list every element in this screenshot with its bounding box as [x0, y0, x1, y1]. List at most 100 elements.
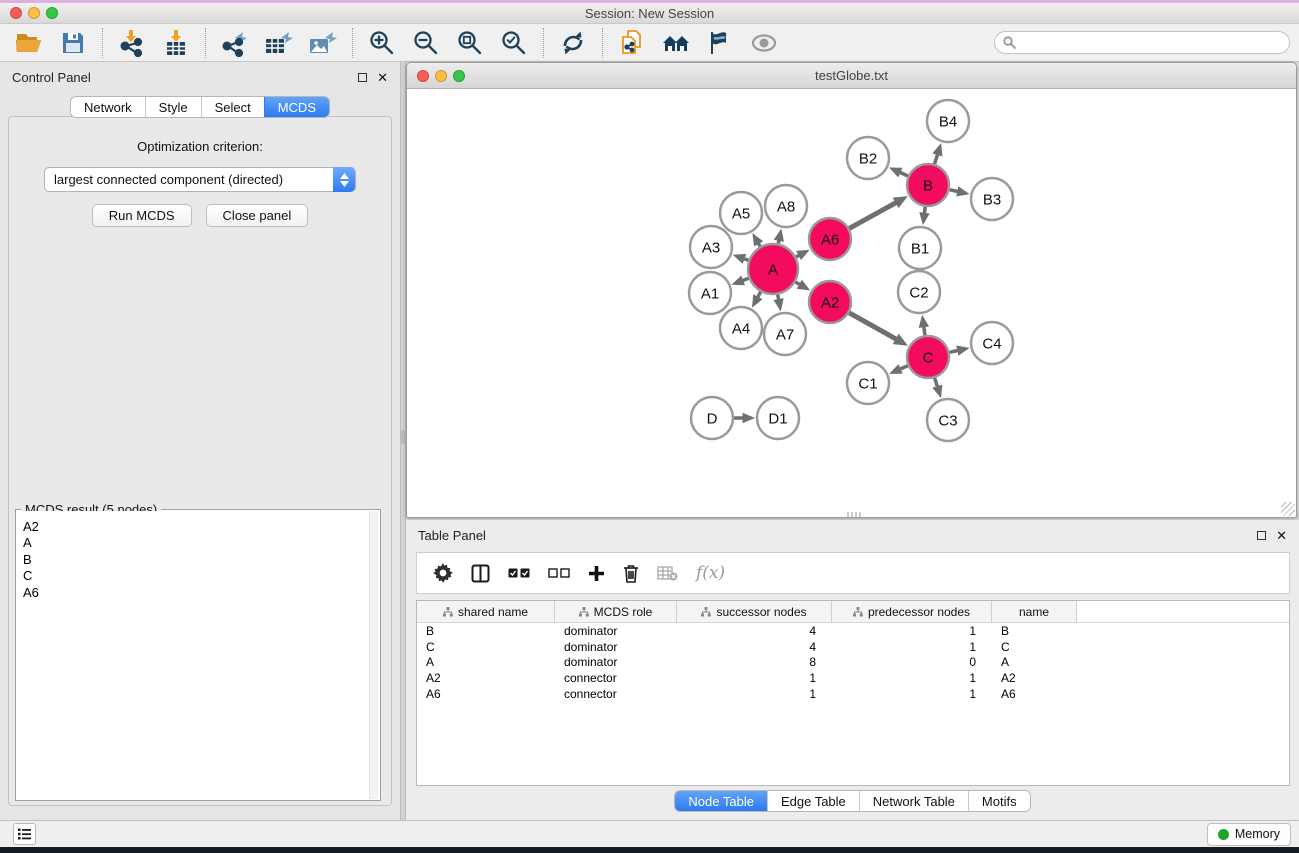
edge-B-B1[interactable]: [924, 207, 925, 214]
cell-shared-name[interactable]: A2: [417, 671, 555, 685]
edge-B-B2[interactable]: [899, 172, 907, 176]
open-folder-icon[interactable]: [12, 27, 46, 59]
task-history-button[interactable]: [13, 823, 36, 845]
zoom-selected-icon[interactable]: [497, 27, 531, 59]
table-row[interactable]: Cdominator41C: [417, 639, 1289, 655]
cell-successor-nodes[interactable]: 4: [677, 624, 832, 638]
two-houses-icon[interactable]: [659, 27, 693, 59]
cell-predecessor-nodes[interactable]: 1: [832, 687, 992, 701]
trash-icon[interactable]: [623, 564, 639, 583]
zoom-fit-icon[interactable]: [453, 27, 487, 59]
edge-C-C4[interactable]: [949, 350, 958, 352]
cell-shared-name[interactable]: B: [417, 624, 555, 638]
close-panel-icon[interactable]: ✕: [377, 71, 388, 84]
cell-shared-name[interactable]: A6: [417, 687, 555, 701]
mcds-list-scrollbar[interactable]: [369, 511, 379, 799]
cell-name[interactable]: B: [992, 624, 1077, 638]
tab-select[interactable]: Select: [201, 97, 264, 117]
export-network-icon[interactable]: [218, 27, 252, 59]
edge-B-B3[interactable]: [949, 190, 958, 192]
edge-A6-B[interactable]: [849, 202, 896, 228]
cell-successor-nodes[interactable]: 8: [677, 655, 832, 669]
edge-A-A1[interactable]: [742, 278, 748, 280]
cell-name[interactable]: C: [992, 640, 1077, 654]
table-row[interactable]: A2connector11A2: [417, 670, 1289, 686]
mcds-result-item[interactable]: A6: [17, 585, 369, 601]
cell-mcds-role[interactable]: dominator: [555, 655, 677, 669]
gear-icon[interactable]: [433, 563, 453, 583]
cell-mcds-role[interactable]: connector: [555, 671, 677, 685]
cell-predecessor-nodes[interactable]: 0: [832, 655, 992, 669]
export-image-icon[interactable]: [306, 27, 340, 59]
cell-predecessor-nodes[interactable]: 1: [832, 624, 992, 638]
edge-C-C3[interactable]: [935, 378, 938, 387]
cell-name[interactable]: A: [992, 655, 1077, 669]
import-table-icon[interactable]: [159, 27, 193, 59]
cell-mcds-role[interactable]: dominator: [555, 640, 677, 654]
refresh-icon[interactable]: [556, 27, 590, 59]
tab-motifs[interactable]: Motifs: [968, 791, 1030, 811]
column-header-predecessor-nodes[interactable]: predecessor nodes: [832, 601, 992, 622]
copy-document-icon[interactable]: [615, 27, 649, 59]
save-icon[interactable]: [56, 27, 90, 59]
network-resize-grip[interactable]: [1281, 502, 1295, 516]
cell-successor-nodes[interactable]: 1: [677, 671, 832, 685]
column-header-name[interactable]: name: [992, 601, 1077, 622]
cell-predecessor-nodes[interactable]: 1: [832, 671, 992, 685]
delete-table-icon[interactable]: [657, 566, 678, 581]
cell-successor-nodes[interactable]: 1: [677, 687, 832, 701]
edge-A2-C[interactable]: [849, 313, 896, 340]
cell-mcds-role[interactable]: dominator: [555, 624, 677, 638]
cell-mcds-role[interactable]: connector: [555, 687, 677, 701]
flag-icon[interactable]: [703, 27, 737, 59]
eye-icon[interactable]: [747, 27, 781, 59]
close-table-panel-icon[interactable]: ✕: [1276, 529, 1287, 542]
search-input[interactable]: [994, 31, 1290, 54]
splitter-grip[interactable]: [401, 430, 405, 444]
unchecked-boxes-icon[interactable]: [548, 568, 570, 578]
export-table-icon[interactable]: [262, 27, 296, 59]
mcds-result-item[interactable]: A: [17, 535, 369, 551]
run-mcds-button[interactable]: Run MCDS: [92, 204, 192, 227]
column-header-shared-name[interactable]: shared name: [417, 601, 555, 622]
zoom-out-icon[interactable]: [409, 27, 443, 59]
mcds-result-item[interactable]: A2: [17, 519, 369, 535]
network-graph[interactable]: B4B2BB3A8A5A6A3B1AA1C2A2A4A7C4CC1C3DD1: [407, 89, 1296, 517]
column-header-mcds-role[interactable]: MCDS role: [555, 601, 677, 622]
network-bottom-grip[interactable]: [847, 512, 861, 517]
plus-icon[interactable]: [588, 565, 605, 582]
cell-shared-name[interactable]: C: [417, 640, 555, 654]
float-table-panel-icon[interactable]: [1257, 531, 1266, 540]
dropdown-stepper-icon[interactable]: [333, 167, 355, 192]
cell-predecessor-nodes[interactable]: 1: [832, 640, 992, 654]
mcds-result-item[interactable]: B: [17, 552, 369, 568]
zoom-in-icon[interactable]: [365, 27, 399, 59]
tab-edge-table[interactable]: Edge Table: [767, 791, 859, 811]
edge-C-C2[interactable]: [924, 326, 925, 335]
cell-successor-nodes[interactable]: 4: [677, 640, 832, 654]
mcds-result-item[interactable]: C: [17, 568, 369, 584]
edge-B-B4[interactable]: [935, 154, 938, 164]
tab-style[interactable]: Style: [145, 97, 201, 117]
optimization-criterion-dropdown[interactable]: largest connected component (directed): [44, 167, 356, 192]
tab-mcds[interactable]: MCDS: [264, 97, 329, 117]
column-header-successor-nodes[interactable]: successor nodes: [677, 601, 832, 622]
table-row[interactable]: A6connector11A6: [417, 686, 1289, 702]
import-network-icon[interactable]: [115, 27, 149, 59]
table-row[interactable]: Adominator80A: [417, 655, 1289, 671]
cell-name[interactable]: A6: [992, 687, 1077, 701]
table-row[interactable]: Bdominator41B: [417, 623, 1289, 639]
tab-node-table[interactable]: Node Table: [675, 791, 767, 811]
tab-network-table[interactable]: Network Table: [859, 791, 968, 811]
cell-shared-name[interactable]: A: [417, 655, 555, 669]
tab-network[interactable]: Network: [71, 97, 145, 117]
function-button[interactable]: f(x): [696, 563, 725, 583]
memory-button[interactable]: Memory: [1207, 823, 1291, 846]
network-canvas[interactable]: B4B2BB3A8A5A6A3B1AA1C2A2A4A7C4CC1C3DD1: [407, 89, 1296, 517]
close-panel-button[interactable]: Close panel: [206, 204, 309, 227]
columns-icon[interactable]: [471, 564, 490, 583]
float-panel-icon[interactable]: [358, 73, 367, 82]
checked-boxes-icon[interactable]: [508, 568, 530, 578]
mcds-result-list[interactable]: A2ABCA6: [17, 511, 369, 799]
cell-name[interactable]: A2: [992, 671, 1077, 685]
